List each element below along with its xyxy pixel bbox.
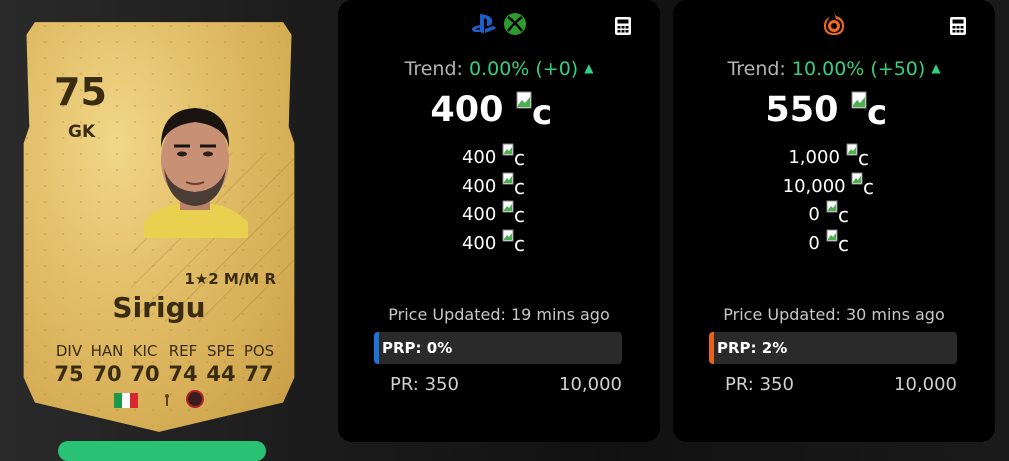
italy-flag-icon [114, 393, 138, 408]
price-updated-text: Price Updated: 30 mins ago [723, 305, 945, 324]
prp-progress-bar: PRP: 0% [374, 332, 622, 364]
trend-value: 0.00% (+0) [468, 58, 579, 80]
price-value: 400 [461, 147, 497, 168]
prp-label: PRP: 0% [382, 339, 453, 357]
price-row: 400 c [338, 172, 660, 201]
coin-alt: c [514, 232, 525, 253]
price-value: 10,000 [782, 175, 846, 197]
current-price-value: 550 [765, 90, 839, 130]
coin-alt: c [532, 93, 552, 127]
coin-icon: c [516, 91, 552, 127]
prp-label: PRP: 2% [717, 339, 788, 357]
price-value: 0 [808, 204, 820, 225]
calculator-icon[interactable] [614, 16, 632, 36]
stat-value: 75 [54, 362, 84, 386]
stat-values: 75 70 70 74 44 77 [50, 362, 278, 386]
price-row: 400 c [338, 200, 660, 229]
platform-icons [673, 10, 995, 38]
price-range-max: 10,000 [894, 374, 957, 395]
coin-alt: c [867, 93, 887, 127]
trend-up-icon: ▲ [584, 61, 594, 75]
origin-icon[interactable] [822, 11, 846, 37]
playstation-icon[interactable] [471, 13, 497, 35]
stat-value: 77 [244, 362, 274, 386]
prp-fill [374, 332, 379, 364]
price-row: 400 c [338, 143, 660, 172]
prp-fill [709, 332, 714, 364]
coin-icon: c [502, 143, 525, 167]
stat-label: KIC [132, 342, 158, 360]
coin-alt: c [838, 203, 849, 224]
coin-icon: c [826, 229, 849, 253]
stat-label: REF [168, 342, 198, 360]
price-range-max: 10,000 [559, 374, 622, 395]
price-row: 400 c [338, 229, 660, 258]
current-price: 400 c [338, 90, 660, 130]
price-value: 400 [461, 232, 497, 254]
trend-value: 10.00% (+50) [791, 58, 926, 80]
coin-alt: c [838, 232, 849, 253]
coin-icon: c [851, 172, 874, 196]
coin-alt: c [858, 146, 869, 167]
pc-price-panel: Trend: 10.00% (+50) ▲ 550 c 1,000 c 10,00… [673, 0, 995, 442]
price-trend: Trend: 10.00% (+50) ▲ [673, 58, 995, 80]
player-position: GK [68, 122, 96, 142]
coin-alt: c [514, 203, 525, 224]
coin-icon: c [851, 91, 887, 127]
coin-icon: c [502, 200, 525, 224]
trend-up-icon: ▲ [931, 61, 941, 75]
player-rating: 75 [54, 70, 107, 114]
price-range-min: PR: 350 [725, 374, 794, 395]
calculator-icon[interactable] [949, 16, 967, 36]
coin-alt: c [514, 175, 525, 196]
league-icon [165, 394, 169, 406]
stat-value: 70 [92, 362, 122, 386]
price-row: 0 c [673, 229, 995, 258]
price-trend: Trend: 0.00% (+0) ▲ [338, 58, 660, 80]
coin-icon: c [826, 200, 849, 224]
price-row: 0 c [673, 200, 995, 229]
console-price-panel: Trend: 0.00% (+0) ▲ 400 c 400 c 400 c 400… [338, 0, 660, 442]
stat-label: SPE [206, 342, 236, 360]
price-value: 400 [461, 204, 497, 225]
coin-alt: c [863, 175, 874, 196]
stat-labels: DIV HAN KIC REF SPE POS [50, 342, 278, 360]
price-updated-text: Price Updated: 19 mins ago [388, 305, 610, 324]
price-range-min: PR: 350 [390, 374, 459, 395]
coin-icon: c [502, 229, 525, 253]
action-button[interactable] [58, 441, 266, 461]
coin-icon: c [846, 143, 869, 167]
player-card[interactable]: 75 GK 1★2 M/M R Sirigu DIV HAN KIC REF S… [18, 18, 300, 436]
coin-alt: c [514, 146, 525, 167]
prp-progress-bar: PRP: 2% [709, 332, 957, 364]
stat-value: 70 [130, 362, 160, 386]
price-row: 1,000 c [673, 143, 995, 172]
stat-label: POS [243, 342, 275, 360]
player-name: Sirigu [112, 291, 206, 324]
stat-label: DIV [55, 342, 83, 360]
trend-label: Trend: [404, 58, 463, 80]
coin-icon: c [502, 172, 525, 196]
current-price-value: 400 [430, 90, 504, 130]
price-value: 1,000 [788, 147, 840, 168]
stat-value: 74 [168, 362, 198, 386]
current-price: 550 c [673, 90, 995, 130]
price-row: 10,000 c [673, 172, 995, 201]
player-portrait [144, 108, 248, 238]
price-value: 0 [808, 232, 820, 254]
platform-icons [338, 10, 660, 38]
lowest-prices-list: 1,000 c 10,000 c 0 c 0 c [673, 143, 995, 257]
stat-label: HAN [90, 342, 124, 360]
xbox-icon[interactable] [503, 12, 527, 36]
skill-weakfoot-workrate: 1★2 M/M R [184, 270, 276, 288]
stat-value: 44 [206, 362, 236, 386]
trend-label: Trend: [727, 58, 786, 80]
lowest-prices-list: 400 c 400 c 400 c 400 c [338, 143, 660, 257]
club-badge-icon [186, 390, 204, 408]
price-value: 400 [461, 175, 497, 197]
